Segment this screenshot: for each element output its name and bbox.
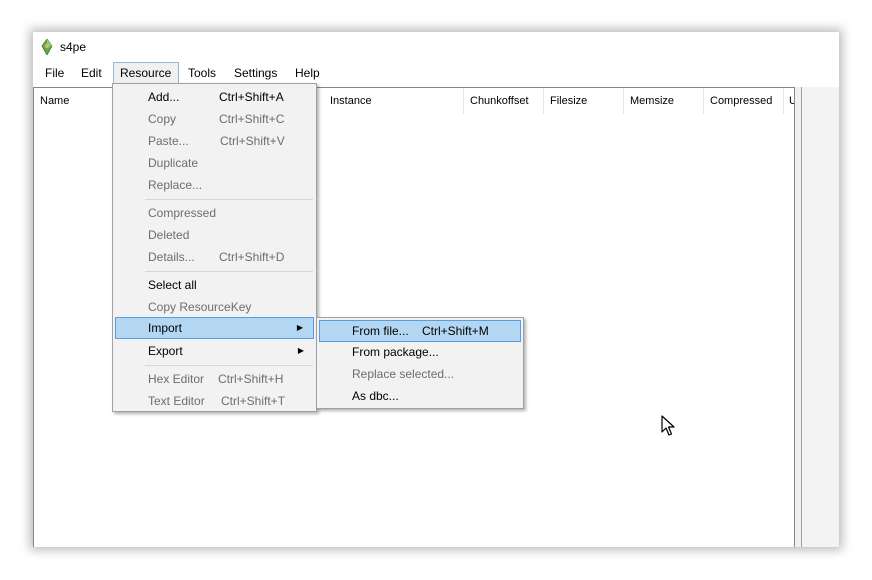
column-header-memsize[interactable]: Memsize [624, 88, 704, 114]
menu-tools[interactable]: Tools [181, 62, 223, 84]
menu-settings[interactable]: Settings [227, 62, 284, 84]
submenu-item-as-dbc[interactable]: As dbc... [319, 385, 521, 407]
menu-item-add[interactable]: Add... Ctrl+Shift+A [115, 86, 314, 108]
submenu-item-from-package[interactable]: From package... [319, 341, 521, 363]
menu-separator [145, 365, 313, 366]
menu-item-replace[interactable]: Replace... [115, 174, 314, 196]
preview-pane [801, 87, 839, 547]
submenu-item-replace-selected[interactable]: Replace selected... [319, 363, 521, 385]
menu-item-export[interactable]: Export ▶ [115, 340, 314, 362]
title-bar[interactable]: s4pe [33, 32, 839, 62]
resource-menu: Add... Ctrl+Shift+A Copy Ctrl+Shift+C Pa… [112, 83, 317, 412]
menu-item-deleted[interactable]: Deleted [115, 224, 314, 246]
menu-bar: File Edit Resource Tools Settings Help [33, 62, 839, 84]
menu-item-import[interactable]: Import ▶ [115, 317, 314, 339]
submenu-arrow-icon: ▶ [296, 323, 303, 332]
menu-item-duplicate[interactable]: Duplicate [115, 152, 314, 174]
menu-item-copy-resourcekey[interactable]: Copy ResourceKey [115, 296, 314, 318]
sims-plumbob-icon [41, 39, 53, 55]
menu-item-compressed[interactable]: Compressed [115, 202, 314, 224]
menu-separator [145, 271, 313, 272]
column-header-instance[interactable]: Instance [324, 88, 464, 114]
window-title: s4pe [60, 40, 87, 54]
submenu-arrow-icon: ▶ [297, 346, 304, 355]
column-header-compressed[interactable]: Compressed [704, 88, 784, 114]
menu-item-hex-editor[interactable]: Hex Editor Ctrl+Shift+H [115, 368, 314, 390]
menu-item-text-editor[interactable]: Text Editor Ctrl+Shift+T [115, 390, 314, 412]
menu-item-copy[interactable]: Copy Ctrl+Shift+C [115, 108, 314, 130]
menu-resource[interactable]: Resource [113, 62, 179, 84]
menu-item-details[interactable]: Details... Ctrl+Shift+D [115, 246, 314, 268]
menu-help[interactable]: Help [288, 62, 327, 84]
column-header-filesize[interactable]: Filesize [544, 88, 624, 114]
menu-item-paste[interactable]: Paste... Ctrl+Shift+V [115, 130, 314, 152]
submenu-item-from-file[interactable]: From file... Ctrl+Shift+M [319, 320, 521, 342]
menu-edit[interactable]: Edit [74, 62, 109, 84]
mouse-pointer-icon [661, 415, 675, 436]
menu-separator [145, 199, 313, 200]
column-header-name[interactable]: Name [34, 88, 114, 114]
column-header-unknown[interactable]: U [784, 88, 794, 114]
menu-file[interactable]: File [38, 62, 71, 84]
column-header-chunkoffset[interactable]: Chunkoffset [464, 88, 544, 114]
menu-item-select-all[interactable]: Select all [115, 274, 314, 296]
import-submenu: From file... Ctrl+Shift+M From package..… [316, 317, 524, 409]
